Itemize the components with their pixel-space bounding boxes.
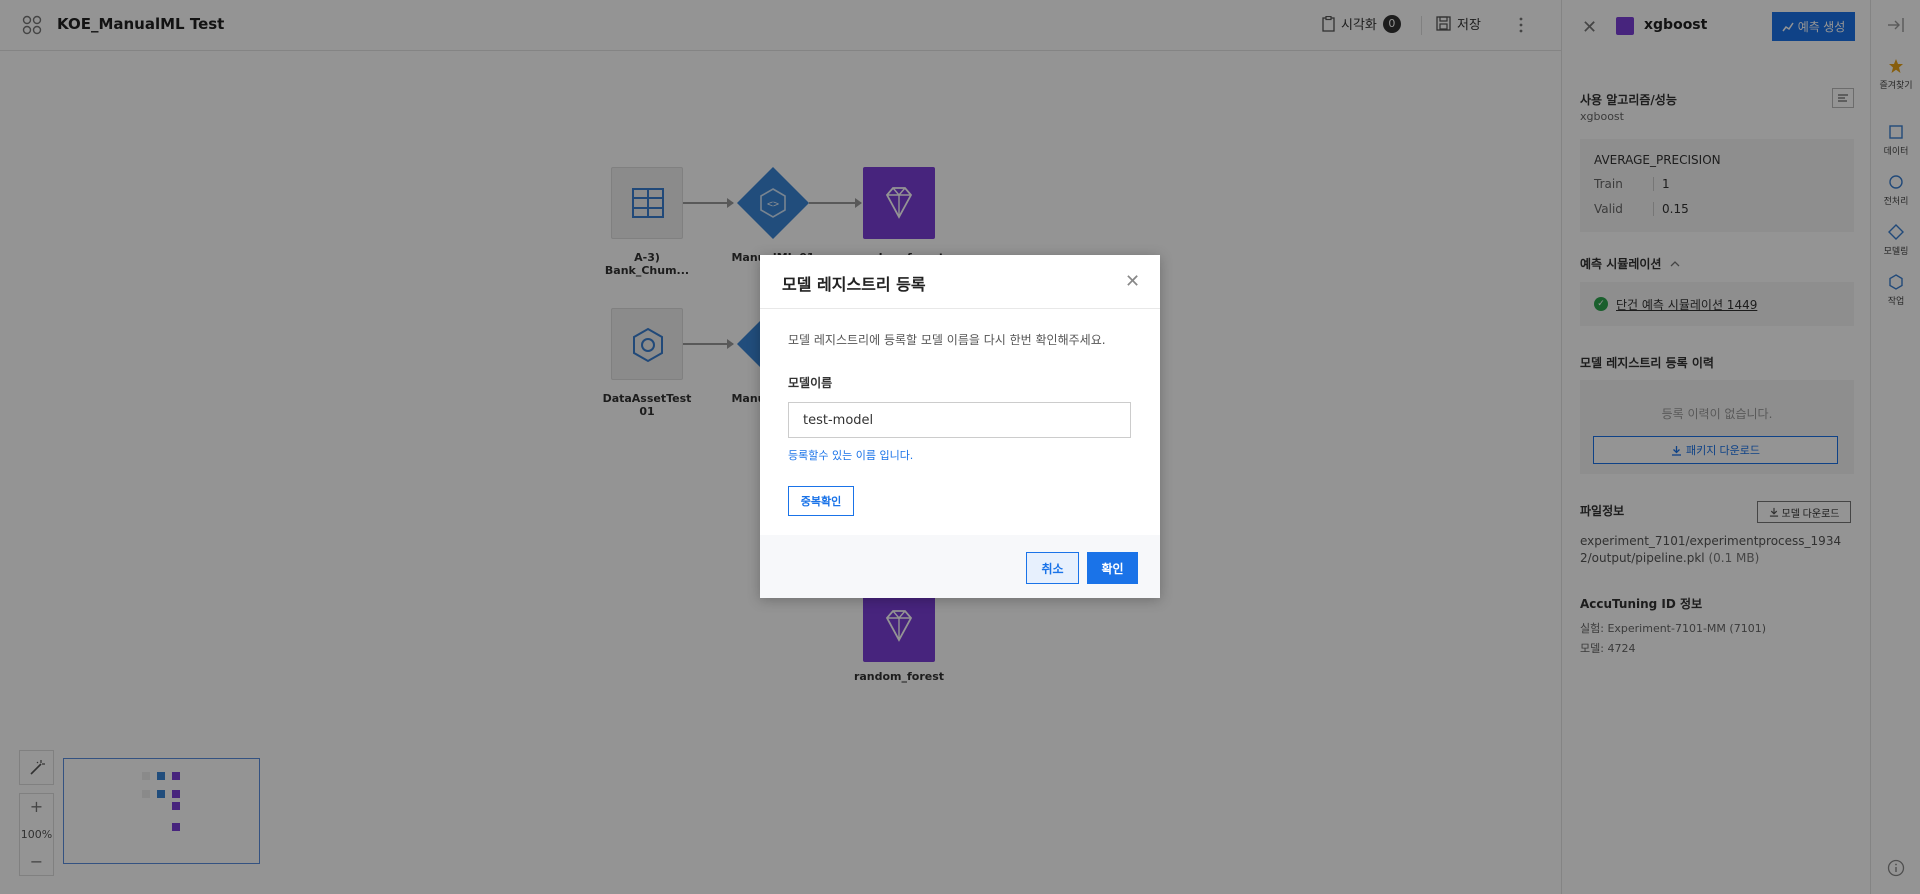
duplicate-check-button[interactable]: 중복확인 — [788, 486, 854, 516]
name-valid-hint: 등록할수 있는 이름 입니다. — [788, 449, 914, 462]
dialog-title: 모델 레지스트리 등록 — [782, 275, 926, 294]
confirm-button[interactable]: 확인 — [1087, 552, 1138, 584]
model-registry-dialog: 모델 레지스트리 등록 ✕ 모델 레지스트리에 등록할 모델 이름을 다시 한번… — [760, 255, 1160, 598]
model-name-input[interactable] — [788, 402, 1131, 438]
dialog-description: 모델 레지스트리에 등록할 모델 이름을 다시 한번 확인해주세요. — [788, 333, 1106, 347]
dialog-header: 모델 레지스트리 등록 ✕ — [760, 255, 1160, 309]
model-name-label: 모델이름 — [788, 376, 833, 390]
cancel-button[interactable]: 취소 — [1026, 552, 1079, 584]
dialog-close-icon[interactable]: ✕ — [1125, 271, 1140, 292]
